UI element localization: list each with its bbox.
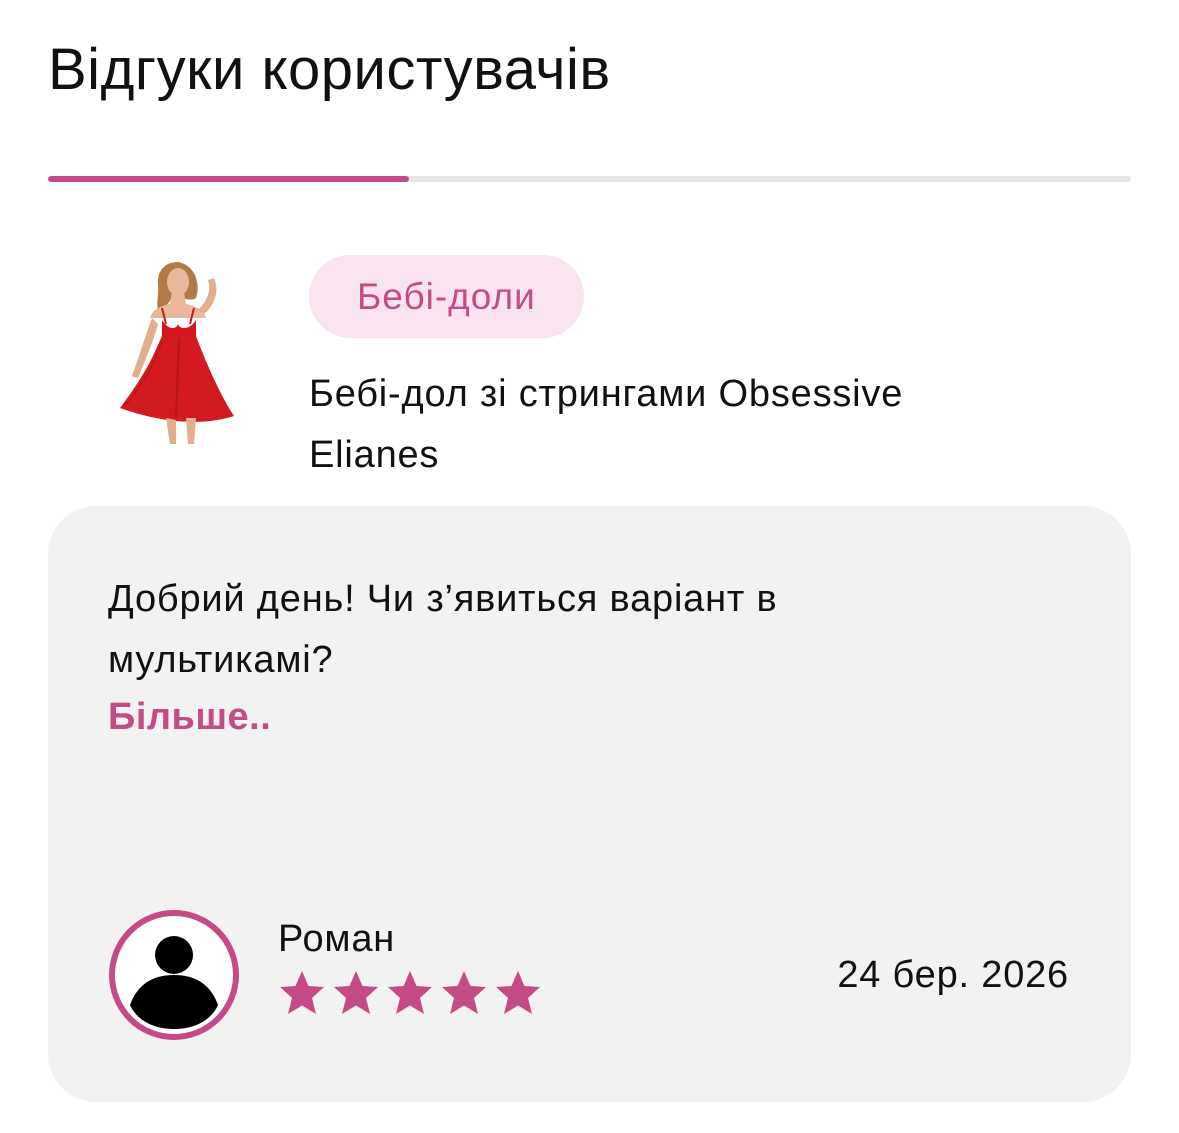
slider-progress-track [48, 176, 1131, 182]
product-name[interactable]: Бебі-дол зі стрингами Obsessive Elianes [309, 364, 1029, 486]
read-more-link[interactable]: Більше.. [108, 692, 271, 742]
review-text: Добрий день! Чи з’явиться варіант в муль… [108, 578, 778, 681]
product-image[interactable] [110, 258, 240, 448]
review-card: Добрий день! Чи з’явиться варіант в муль… [48, 506, 1131, 1102]
star-icon [388, 971, 432, 1014]
star-icon [442, 971, 486, 1014]
star-icon [334, 971, 378, 1014]
star-icon [496, 971, 540, 1014]
review-date: 24 бер. 2026 [837, 954, 1069, 996]
author-name: Роман [278, 918, 396, 960]
slider-progress-fill [48, 176, 409, 182]
star-icon [280, 971, 324, 1014]
reviews-section: Відгуки користувачів Бебі-доли Бебі-дол … [0, 0, 1179, 1133]
user-avatar-icon [109, 910, 239, 1040]
category-chip[interactable]: Бебі-доли [309, 255, 584, 338]
star-rating [277, 968, 543, 1018]
section-title: Відгуки користувачів [48, 37, 611, 102]
